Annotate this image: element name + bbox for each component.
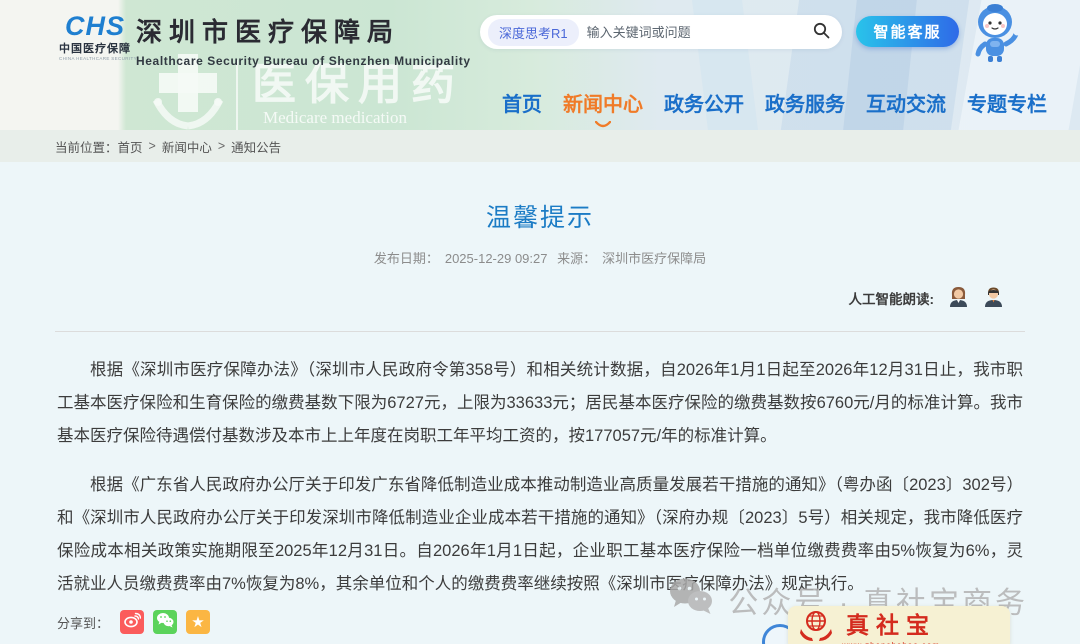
globe-hands-icon (798, 609, 834, 644)
publish-date-value: 2025-12-29 09:27 (445, 251, 548, 266)
nav-item-gov-service[interactable]: 政务服务 (765, 88, 845, 117)
robot-mascot-icon[interactable] (963, 2, 1029, 69)
share-row: 分享到： (57, 610, 210, 634)
article-meta: 发布日期： 2025-12-29 09:27 来源： 深圳市医疗保障局 (0, 248, 1080, 267)
search-bar: 深度思考R1 (480, 15, 842, 49)
chevron-down-icon (595, 112, 611, 130)
search-button[interactable] (806, 17, 836, 47)
source-value: 深圳市医疗保障局 (602, 251, 706, 266)
breadcrumb: 当前位置： 首页 > 新闻中心 > 通知公告 (0, 130, 1080, 162)
article-content: 温馨提示 发布日期： 2025-12-29 09:27 来源： 深圳市医疗保障局 人… (0, 162, 1080, 644)
female-reader-avatar-icon[interactable] (948, 285, 969, 310)
breadcrumb-notices[interactable]: 通知公告 (231, 137, 281, 156)
smart-service-button[interactable]: 智能客服 (856, 16, 959, 47)
wechat-share-button[interactable] (153, 610, 177, 634)
chs-logo-abbr: CHS (55, 12, 135, 40)
page: 医保用药 Medicare medication CHS 中国医疗保障 CHIN… (0, 0, 1080, 644)
badge-name: 真社宝 (846, 606, 936, 640)
nav-item-news[interactable]: 新闻中心 (563, 88, 643, 117)
share-label: 分享到： (57, 613, 109, 632)
search-icon (813, 22, 830, 42)
header-banner: 医保用药 Medicare medication CHS 中国医疗保障 CHIN… (0, 0, 1080, 130)
publish-date-label: 发布日期： (374, 251, 439, 266)
wechat-icon (156, 612, 174, 633)
nav-item-gov-open[interactable]: 政务公开 (664, 88, 744, 117)
article-title: 温馨提示 (0, 198, 1080, 234)
qzone-icon: ★ (191, 615, 204, 630)
breadcrumb-news-center[interactable]: 新闻中心 (162, 137, 212, 156)
source-label: 来源： (557, 251, 596, 266)
weibo-share-button[interactable] (120, 610, 144, 634)
chs-logo[interactable]: CHS 中国医疗保障 CHINA HEALTHCARE SECURITY (55, 12, 135, 62)
site-title-block[interactable]: 深圳市医疗保障局 Healthcare Security Bureau of S… (136, 12, 471, 68)
site-title: 深圳市医疗保障局 (136, 12, 471, 49)
zhenshebao-badge: 真社宝 www.zhenshebao.com (788, 606, 1010, 644)
banner-watermark-en: Medicare medication (263, 108, 407, 128)
qzone-share-button[interactable]: ★ (186, 610, 210, 634)
main-nav: 首页 新闻中心 政务公开 政务服务 互动交流 专题专栏 (502, 88, 1047, 117)
wechat-gray-icon (668, 577, 714, 622)
chs-logo-name-en: CHINA HEALTHCARE SECURITY (59, 56, 131, 61)
nav-item-home[interactable]: 首页 (502, 88, 542, 117)
title-divider (55, 331, 1025, 332)
banner-divider (236, 60, 238, 130)
deep-think-tag[interactable]: 深度思考R1 (488, 19, 579, 46)
weibo-icon (124, 612, 141, 633)
site-subtitle: Healthcare Security Bureau of Shenzhen M… (136, 54, 471, 68)
nav-item-special[interactable]: 专题专栏 (967, 88, 1047, 117)
breadcrumb-home[interactable]: 首页 (118, 137, 143, 156)
paragraph-1: 根据《深圳市医疗保障办法》（深圳市人民政府令第358号）和相关统计数据，自202… (57, 354, 1023, 453)
search-input[interactable] (579, 25, 806, 40)
ai-read-row: 人工智能朗读: (849, 285, 1005, 310)
nav-item-interaction[interactable]: 互动交流 (866, 88, 946, 117)
ai-read-label: 人工智能朗读: (849, 288, 935, 308)
chs-logo-name-cn: 中国医疗保障 (55, 40, 135, 56)
breadcrumb-prefix: 当前位置： (55, 137, 118, 156)
male-reader-avatar-icon[interactable] (983, 285, 1004, 310)
